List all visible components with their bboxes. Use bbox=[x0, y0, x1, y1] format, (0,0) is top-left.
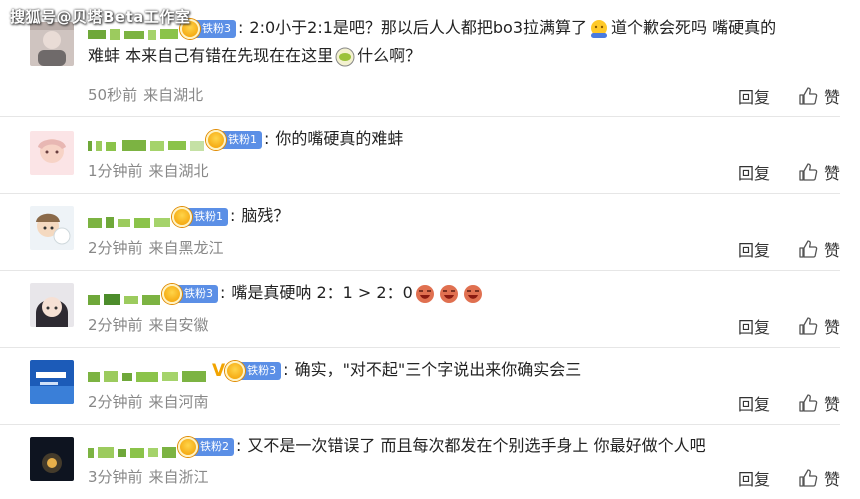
fan-badge: 铁粉3 bbox=[225, 360, 282, 381]
comment-meta: 1分钟前 来自湖北 bbox=[88, 160, 209, 181]
like-button[interactable]: 赞 bbox=[798, 84, 840, 108]
like-label: 赞 bbox=[823, 164, 840, 183]
crown-icon bbox=[225, 360, 246, 381]
laughing-emoji-icon bbox=[414, 283, 436, 305]
timestamp: 1分钟前 bbox=[88, 162, 143, 180]
laughing-emoji-icon bbox=[462, 283, 484, 305]
comment-item: 铁粉1: 脑残？ 2分钟前 来自黑龙江 回复 赞 bbox=[0, 194, 840, 271]
reply-button[interactable]: 回复 bbox=[738, 84, 770, 108]
fan-badge-label: 铁粉3 bbox=[247, 363, 277, 377]
comment-meta: 2分钟前 来自黑龙江 bbox=[88, 237, 224, 258]
comment-text: 你的嘴硬真的难蚌 bbox=[275, 129, 404, 148]
watermark: 搜狐号@贝塔Beta工作室 bbox=[10, 8, 191, 26]
username-redacted[interactable] bbox=[88, 364, 208, 382]
avatar[interactable] bbox=[30, 283, 74, 327]
fan-badge: 铁粉1 bbox=[172, 206, 228, 227]
timestamp: 50秒前 bbox=[88, 86, 138, 104]
fan-badge: 铁粉2 bbox=[178, 436, 234, 457]
timestamp: 2分钟前 bbox=[88, 316, 143, 334]
username-redacted[interactable] bbox=[88, 440, 178, 458]
username-redacted[interactable] bbox=[88, 210, 172, 228]
comment-text-line2: 难蚌 本来自己有错在先现在在这里 bbox=[88, 46, 334, 65]
reply-button[interactable]: 回复 bbox=[738, 314, 770, 338]
comment-item: 铁粉1: 你的嘴硬真的难蚌 1分钟前 来自湖北 回复 赞 bbox=[0, 117, 840, 194]
avatar[interactable] bbox=[30, 131, 74, 175]
fan-badge-label: 铁粉1 bbox=[228, 132, 257, 146]
location: 来自黑龙江 bbox=[148, 239, 224, 257]
fan-badge: 铁粉3 bbox=[180, 18, 236, 39]
laughing-emoji-icon bbox=[438, 283, 460, 305]
thumbs-up-icon bbox=[799, 87, 818, 105]
like-button[interactable]: 赞 bbox=[798, 466, 840, 490]
fan-badge-label: 铁粉1 bbox=[194, 209, 223, 223]
like-button[interactable]: 赞 bbox=[798, 237, 840, 261]
comment-text: 确实，"对不起"三个字说出来你确实会三 bbox=[294, 360, 582, 379]
username-redacted[interactable] bbox=[88, 287, 162, 305]
crown-icon bbox=[178, 436, 198, 457]
like-label: 赞 bbox=[823, 470, 840, 489]
comment-text-cont: 道个歉会死吗 嘴硬真的 bbox=[611, 18, 777, 37]
crown-icon bbox=[162, 283, 182, 304]
vip-v-icon: V bbox=[212, 360, 226, 381]
thumbs-up-icon bbox=[799, 163, 818, 181]
comment-text: 2:0小于2:1是吧？那以后人人都把bo3拉满算了 bbox=[249, 18, 588, 37]
fan-badge: 铁粉3 bbox=[162, 283, 218, 304]
location: 来自湖北 bbox=[143, 86, 204, 104]
timestamp: 3分钟前 bbox=[88, 468, 143, 486]
tea-emoji-icon bbox=[334, 46, 356, 68]
location: 来自河南 bbox=[148, 393, 209, 411]
reply-button[interactable]: 回复 bbox=[738, 466, 770, 490]
reply-button[interactable]: 回复 bbox=[738, 160, 770, 184]
like-label: 赞 bbox=[823, 88, 840, 107]
username-redacted[interactable] bbox=[88, 133, 206, 151]
fan-badge-label: 铁粉2 bbox=[200, 439, 229, 453]
comment-item: 铁粉2: 又不是一次错误了 而且每次都发在个别选手身上 你最好做个人吧 3分钟前来… bbox=[0, 425, 840, 499]
comment-text-end: 什么啊？ bbox=[357, 46, 422, 65]
comment-meta: 2分钟前 来自安徽 bbox=[88, 314, 209, 335]
like-button[interactable]: 赞 bbox=[798, 314, 840, 338]
like-label: 赞 bbox=[823, 318, 840, 337]
avatar[interactable] bbox=[30, 437, 74, 481]
comment-meta: 2分钟前 来自河南 bbox=[88, 391, 209, 412]
comment-item: V 铁粉3: 确实，"对不起"三个字说出来你确实会三 2分钟前 来自河南 回复 赞 bbox=[0, 348, 840, 425]
thumbs-up-icon bbox=[799, 394, 818, 412]
timestamp: 2分钟前 bbox=[88, 239, 143, 257]
avatar[interactable] bbox=[30, 22, 74, 66]
comment-meta: 50秒前 来自湖北 bbox=[88, 84, 203, 105]
comment-meta: 3分钟前 来自浙江 bbox=[88, 466, 209, 487]
like-label: 赞 bbox=[823, 241, 840, 260]
thumbs-up-icon bbox=[799, 469, 818, 487]
hug-emoji-icon bbox=[588, 18, 610, 40]
crown-icon bbox=[206, 129, 226, 150]
like-label: 赞 bbox=[823, 395, 840, 414]
comment-text: 嘴是真硬呐 2：1 > 2：0 bbox=[231, 283, 413, 302]
like-button[interactable]: 赞 bbox=[798, 391, 840, 415]
like-button[interactable]: 赞 bbox=[798, 160, 840, 184]
reply-button[interactable]: 回复 bbox=[738, 237, 770, 261]
avatar[interactable] bbox=[30, 206, 74, 250]
reply-button[interactable]: 回复 bbox=[738, 391, 770, 415]
location: 来自安徽 bbox=[148, 316, 209, 334]
location: 来自浙江 bbox=[148, 468, 209, 486]
thumbs-up-icon bbox=[799, 317, 818, 335]
fan-badge-label: 铁粉3 bbox=[184, 286, 213, 300]
comment-text: 脑残？ bbox=[241, 206, 290, 225]
fan-badge-label: 铁粉3 bbox=[202, 21, 231, 35]
comment-item: 铁粉3: 嘴是真硬呐 2：1 > 2：0 2分钟前 来自安徽 回复 赞 bbox=[0, 271, 840, 348]
comment-text: 又不是一次错误了 而且每次都发在个别选手身上 你最好做个人吧 bbox=[247, 436, 706, 455]
avatar[interactable] bbox=[30, 360, 74, 404]
thumbs-up-icon bbox=[799, 240, 818, 258]
crown-icon bbox=[172, 206, 192, 227]
timestamp: 2分钟前 bbox=[88, 393, 143, 411]
fan-badge: 铁粉1 bbox=[206, 129, 262, 150]
location: 来自湖北 bbox=[148, 162, 209, 180]
